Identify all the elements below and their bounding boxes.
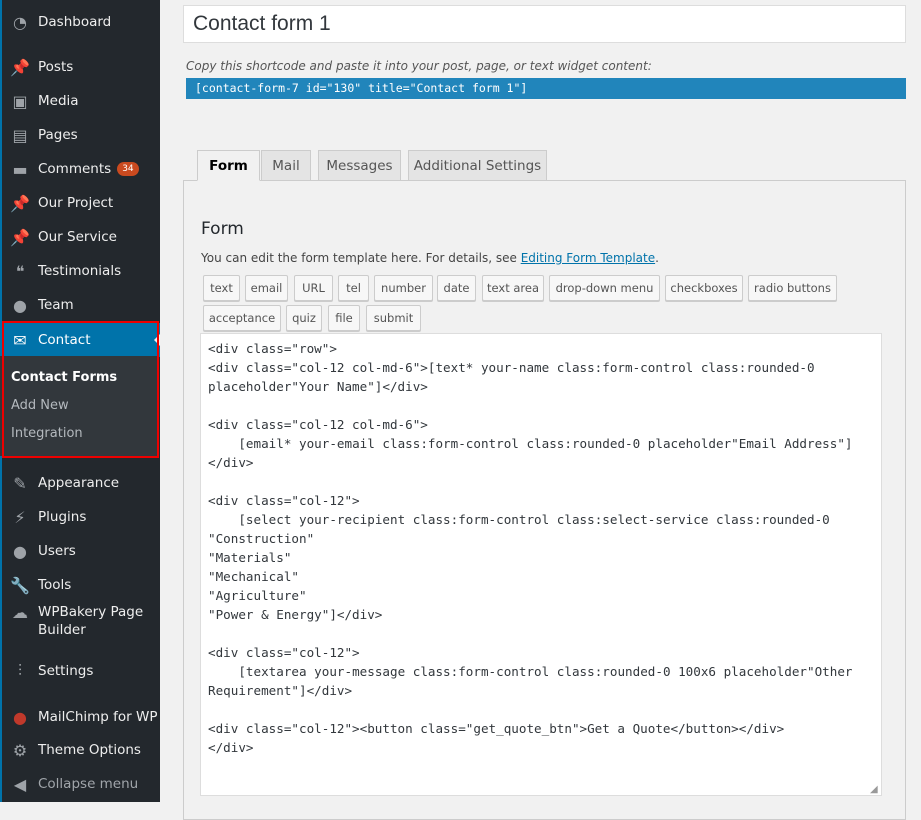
sidebar-item-label: MailChimp for WP	[38, 709, 158, 725]
shortcode-field[interactable]: [contact-form-7 id="130" title="Contact …	[186, 78, 906, 99]
shortcode-hint: Copy this shortcode and paste it into yo…	[186, 59, 652, 73]
tag-button-checkboxes[interactable]: checkboxes	[665, 275, 743, 301]
sidebar-item-label: Posts	[38, 59, 74, 75]
sidebar-item-label: Dashboard	[38, 14, 112, 30]
tag-button-number[interactable]: number	[374, 275, 433, 301]
sidebar-item-label: Users	[38, 543, 76, 559]
submenu-add-new[interactable]: Add New	[11, 398, 69, 413]
sliders-icon: ⫶	[17, 661, 22, 680]
editing-form-template-link[interactable]: Editing Form Template	[521, 251, 655, 265]
sidebar-item-users[interactable]: ● Users	[2, 534, 160, 568]
sidebar-item-label: WPBakery Page Builder	[38, 604, 144, 638]
brush-icon: ✎	[13, 473, 27, 493]
pages-icon: ▤	[12, 125, 28, 145]
sidebar-item-label: Appearance	[38, 475, 120, 491]
sidebar-item-mailchimp-for-wp[interactable]: ● MailChimp for WP	[2, 700, 160, 734]
desc-text: You can edit the form template here. For…	[201, 251, 521, 265]
mail-icon: ✉	[13, 330, 27, 350]
sidebar-item-label: Collapse menu	[38, 776, 139, 792]
resize-handle-icon[interactable]: ◢	[870, 784, 878, 795]
tab-additional-settings[interactable]: Additional Settings	[408, 150, 547, 181]
tag-button-file[interactable]: file	[328, 305, 360, 331]
sidebar-item-tools[interactable]: 🔧 Tools	[2, 568, 160, 602]
tag-button-tel[interactable]: tel	[338, 275, 369, 301]
sidebar-item-label: Pages	[38, 127, 78, 143]
comment-icon: ▬	[12, 159, 28, 179]
form-description: You can edit the form template here. For…	[201, 251, 659, 265]
sidebar-item-label: Media	[38, 93, 79, 109]
dashboard-icon: ◔	[13, 12, 27, 32]
sidebar-item-theme-options[interactable]: ⚙ Theme Options	[2, 733, 160, 767]
tag-button-radio-buttons[interactable]: radio buttons	[748, 275, 837, 301]
sidebar-item-label: Contact	[38, 332, 91, 348]
sidebar-item-comments[interactable]: ▬ Comments 34	[2, 152, 160, 186]
cloud-icon: ☁	[12, 603, 28, 622]
sidebar-item-label: Team	[38, 297, 74, 313]
form-panel: Form You can edit the form template here…	[183, 180, 906, 820]
submenu-integration[interactable]: Integration	[11, 426, 83, 441]
mailchimp-icon: ●	[13, 707, 27, 727]
sidebar-item-contact[interactable]: ✉ Contact	[2, 323, 160, 357]
tag-button-date[interactable]: date	[437, 275, 476, 301]
form-title-input[interactable]	[183, 5, 906, 43]
tag-button-submit[interactable]: submit	[366, 305, 421, 331]
plug-icon: ⚡	[14, 507, 26, 527]
submenu-contact-forms[interactable]: Contact Forms	[11, 370, 117, 385]
tag-button-quiz[interactable]: quiz	[286, 305, 322, 331]
tag-button-email[interactable]: email	[245, 275, 288, 301]
quote-icon: ❝	[15, 261, 25, 281]
form-heading: Form	[201, 219, 244, 239]
sidebar-item-collapse-menu[interactable]: ◀ Collapse menu	[2, 767, 160, 801]
tab-messages[interactable]: Messages	[318, 150, 401, 181]
sidebar-item-label: Comments	[38, 161, 112, 177]
wrench-icon: 🔧	[10, 575, 30, 595]
user-icon: ●	[13, 295, 27, 315]
desc-end: .	[655, 251, 659, 265]
sidebar-item-label: Settings	[38, 663, 94, 679]
sidebar-item-plugins[interactable]: ⚡ Plugins	[2, 500, 160, 534]
sidebar-item-media[interactable]: ▣ Media	[2, 84, 160, 118]
sidebar-item-posts[interactable]: 📌 Posts	[2, 50, 160, 84]
gear-icon: ⚙	[12, 740, 28, 760]
sidebar-item-label: Our Service	[38, 229, 117, 245]
sidebar-item-label: Theme Options	[38, 742, 141, 758]
sidebar-item-label: Testimonials	[38, 263, 122, 279]
tag-button-text[interactable]: text	[203, 275, 240, 301]
media-icon: ▣	[12, 91, 28, 111]
sidebar-item-testimonials[interactable]: ❝ Testimonials	[2, 254, 160, 288]
sidebar-item-label: Our Project	[38, 195, 114, 211]
sidebar-item-our-project[interactable]: 📌 Our Project	[2, 186, 160, 220]
contact-submenu: Contact Forms Add New Integration	[0, 356, 158, 456]
sidebar-item-wpbakery-page-builder[interactable]: ☁ WPBakery Page Builder	[2, 603, 160, 641]
sidebar-item-pages[interactable]: ▤ Pages	[2, 118, 160, 152]
users-icon: ●	[13, 541, 27, 561]
collapse-icon: ◀	[13, 774, 27, 794]
sidebar-item-dashboard[interactable]: ◔ Dashboard	[2, 5, 160, 39]
sidebar-item-label: Plugins	[38, 509, 87, 525]
tag-button-drop-down-menu[interactable]: drop-down menu	[549, 275, 660, 301]
pin-icon: 📌	[10, 57, 30, 77]
tag-button-text-area[interactable]: text area	[482, 275, 544, 301]
sidebar-item-our-service[interactable]: 📌 Our Service	[2, 220, 160, 254]
sidebar-item-label: Tools	[38, 577, 72, 593]
tag-button-url[interactable]: URL	[294, 275, 333, 301]
tab-form[interactable]: Form	[197, 150, 260, 181]
pin-icon: 📌	[10, 227, 30, 247]
sidebar-item-settings[interactable]: ⫶ Settings	[2, 654, 160, 688]
sidebar-item-team[interactable]: ● Team	[2, 288, 160, 322]
comments-count-badge: 34	[117, 162, 139, 176]
sidebar-item-appearance[interactable]: ✎ Appearance	[2, 466, 160, 500]
tab-mail[interactable]: Mail	[261, 150, 311, 181]
form-template-editor[interactable]: <div class="row"> <div class="col-12 col…	[200, 333, 882, 796]
pin-icon: 📌	[10, 193, 30, 213]
tag-button-acceptance[interactable]: acceptance	[203, 305, 281, 331]
